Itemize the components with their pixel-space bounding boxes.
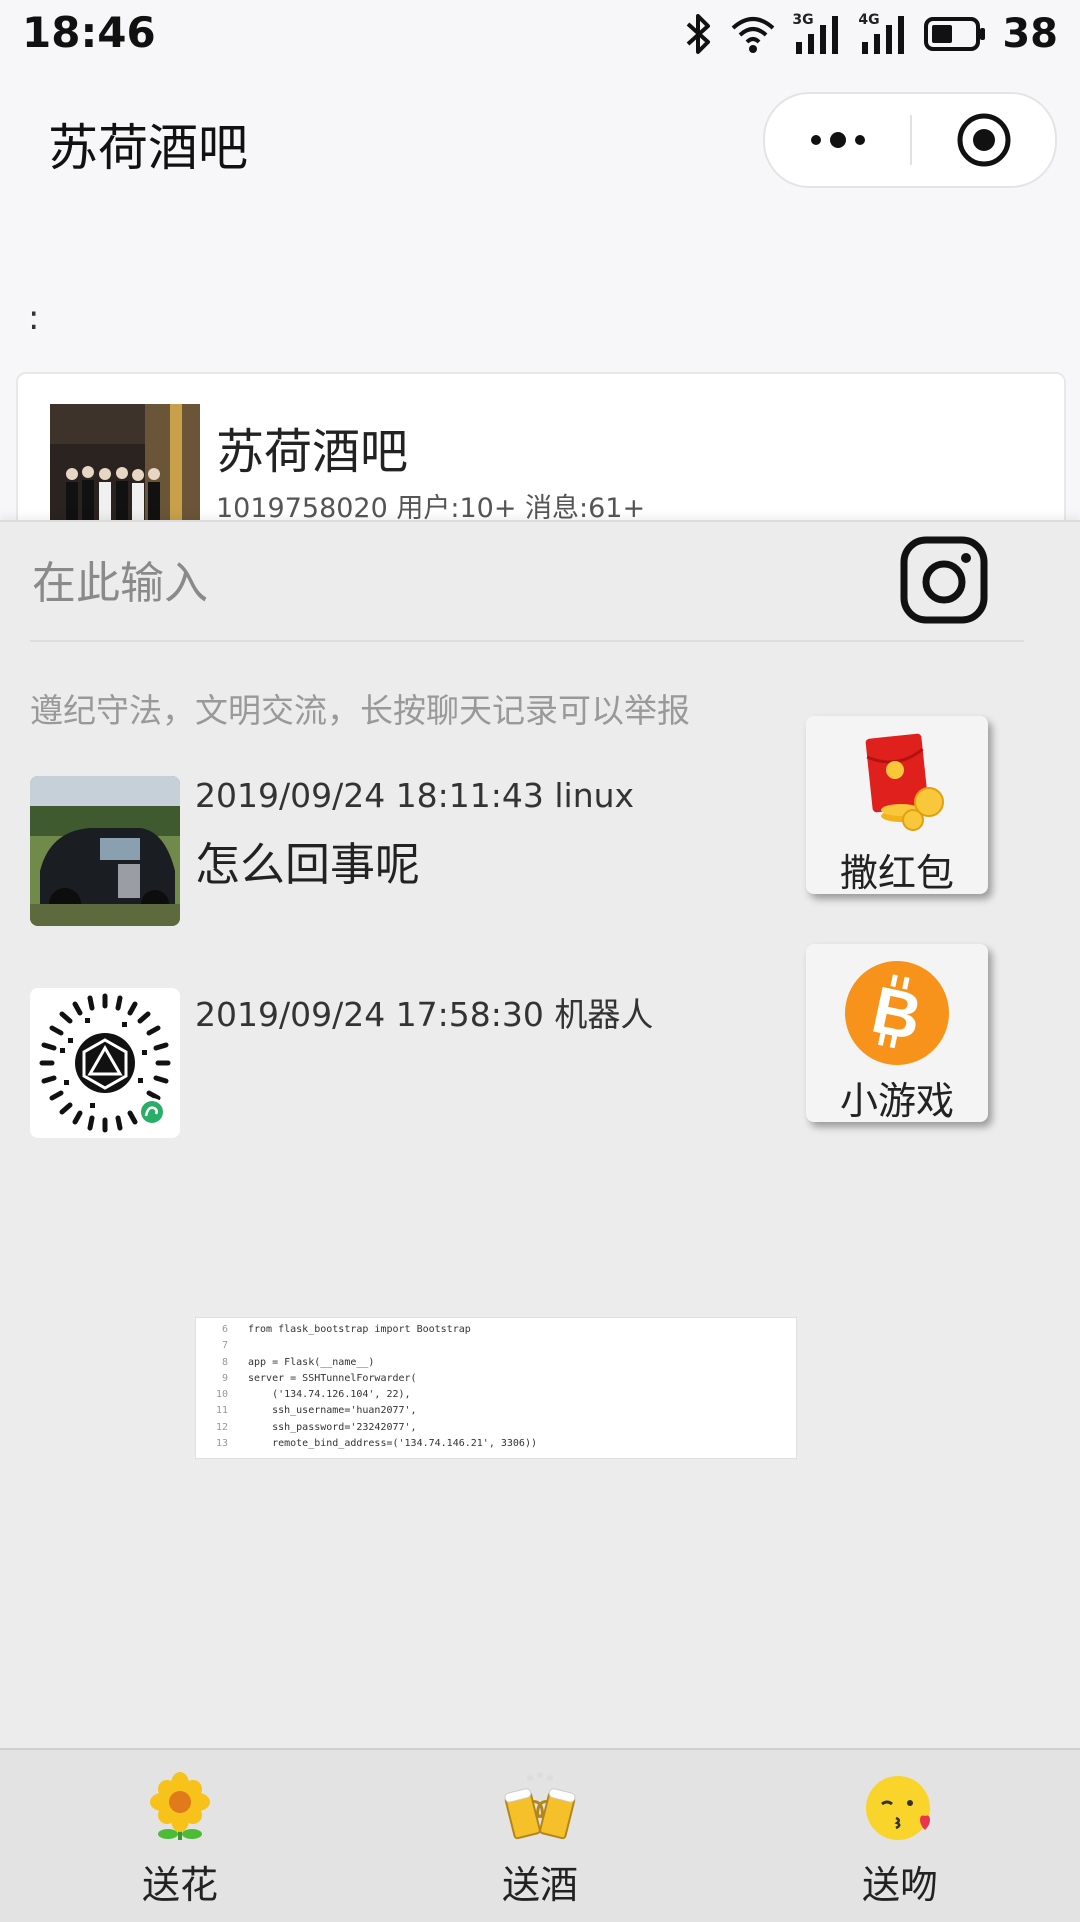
code-text: app = Flask(__name__) [248, 1356, 375, 1368]
camera-icon [900, 536, 988, 624]
signal-3g-icon: 3G [792, 12, 842, 56]
line-number: 6 [221, 1324, 228, 1335]
target-close-icon [957, 113, 1010, 167]
message-header: 2019/09/24 18:11:43 linux [195, 776, 635, 815]
line-number: 7 [221, 1340, 228, 1352]
flower-icon [140, 1770, 220, 1850]
code-text: ('134.74.126.104', 22), [248, 1389, 411, 1401]
mini-game-label: 小游戏 [839, 1079, 954, 1123]
close-mini-program-button[interactable] [912, 94, 1055, 186]
user-avatar[interactable] [30, 776, 180, 926]
battery-level: 38 [1002, 11, 1058, 57]
signal-4g-icon: 4G [858, 12, 908, 56]
message-text: 怎么回事呢 [195, 838, 421, 891]
code-line: 12 ssh_password='23242077', [196, 1420, 796, 1436]
mini-program-capsule [763, 92, 1057, 188]
code-text: server = SSHTunnelForwarder( [248, 1372, 417, 1384]
more-dots-icon [810, 132, 865, 148]
send-wine-label: 送酒 [501, 1863, 578, 1907]
code-line: 6 from flask_bootstrap import Bootstrap [196, 1322, 796, 1338]
red-packet-label: 撒红包 [839, 851, 954, 895]
code-line: 8 app = Flask(__name__) [196, 1355, 796, 1371]
code-text: ssh_username='huan2077', [248, 1405, 417, 1417]
input-row [30, 522, 1024, 642]
code-line: 10 ('134.74.126.104', 22), [196, 1387, 796, 1403]
send-flower-button[interactable]: 送花 [0, 1750, 360, 1922]
mini-game-button[interactable]: B 小游戏 [806, 944, 988, 1123]
code-text: remote_bind_address=('134.74.146.21', 33… [248, 1438, 537, 1450]
code-line: 7 [196, 1338, 796, 1354]
code-text: from flask_bootstrap import Bootstrap [248, 1324, 471, 1335]
more-button[interactable] [765, 94, 910, 186]
group-avatar [50, 404, 200, 534]
code-screenshot-image[interactable]: 6 from flask_bootstrap import Bootstrap 7… [195, 1317, 797, 1459]
line-number: 13 [215, 1438, 228, 1450]
code-line: 13 remote_bind_address=('134.74.146.21',… [196, 1436, 796, 1452]
line-number: 8 [221, 1356, 228, 1368]
wifi-icon [730, 14, 776, 54]
send-wine-button[interactable]: 送酒 [360, 1750, 720, 1922]
bottom-action-bar: 送花 送酒 送吻 [0, 1748, 1080, 1922]
message-header: 2019/09/24 17:58:30 机器人 [195, 995, 654, 1034]
chat-message[interactable]: 2019/09/24 18:11:43 linux 怎么回事呢 [30, 776, 790, 931]
line-number: 11 [215, 1405, 228, 1417]
navigation-bar: 苏荷酒吧 [0, 70, 1080, 210]
line-number: 9 [221, 1372, 228, 1384]
red-packet-button[interactable]: 撒红包 [806, 716, 988, 895]
code-text: ssh_password='23242077', [248, 1421, 417, 1433]
status-bar: 18:46 3G 4G 38 [0, 0, 1080, 70]
send-flower-label: 送花 [141, 1863, 218, 1907]
chat-panel: 遵纪守法，文明交流，长按聊天记录可以举报 2019/09/24 18:11:43… [0, 520, 1080, 1752]
battery-icon [924, 16, 986, 52]
group-card[interactable]: 苏荷酒吧 1019758020 用户:10+ 消息:61+ [16, 372, 1066, 536]
chat-message[interactable]: 2019/09/24 17:58:30 机器人 [30, 988, 790, 1143]
send-kiss-label: 送吻 [861, 1863, 938, 1907]
code-line: 9 server = SSHTunnelForwarder( [196, 1371, 796, 1387]
line-number: 12 [215, 1421, 228, 1433]
red-packet-icon [841, 730, 953, 840]
group-name: 苏荷酒吧 [216, 424, 409, 480]
status-icons: 3G 4G 38 [684, 8, 1058, 60]
beer-cheers-icon [500, 1770, 580, 1850]
page-title: 苏荷酒吧 [48, 119, 248, 177]
status-time: 18:46 [22, 8, 156, 57]
bluetooth-icon [684, 12, 714, 56]
qr-code-avatar[interactable] [30, 988, 180, 1138]
chat-notice: 遵纪守法，文明交流，长按聊天记录可以举报 [30, 691, 690, 730]
bitcoin-icon: B [841, 958, 953, 1068]
kiss-emoji-icon [860, 1770, 940, 1850]
send-kiss-button[interactable]: 送吻 [720, 1750, 1080, 1922]
camera-button[interactable] [900, 536, 988, 624]
code-line: 11 ssh_username='huan2077', [196, 1403, 796, 1419]
page-header-area: : 苏荷酒吧 1019758020 用户:10+ 消息:61+ [0, 210, 1080, 536]
colon-text: : [28, 298, 40, 338]
chat-input[interactable] [30, 540, 874, 626]
line-number: 10 [215, 1389, 228, 1401]
